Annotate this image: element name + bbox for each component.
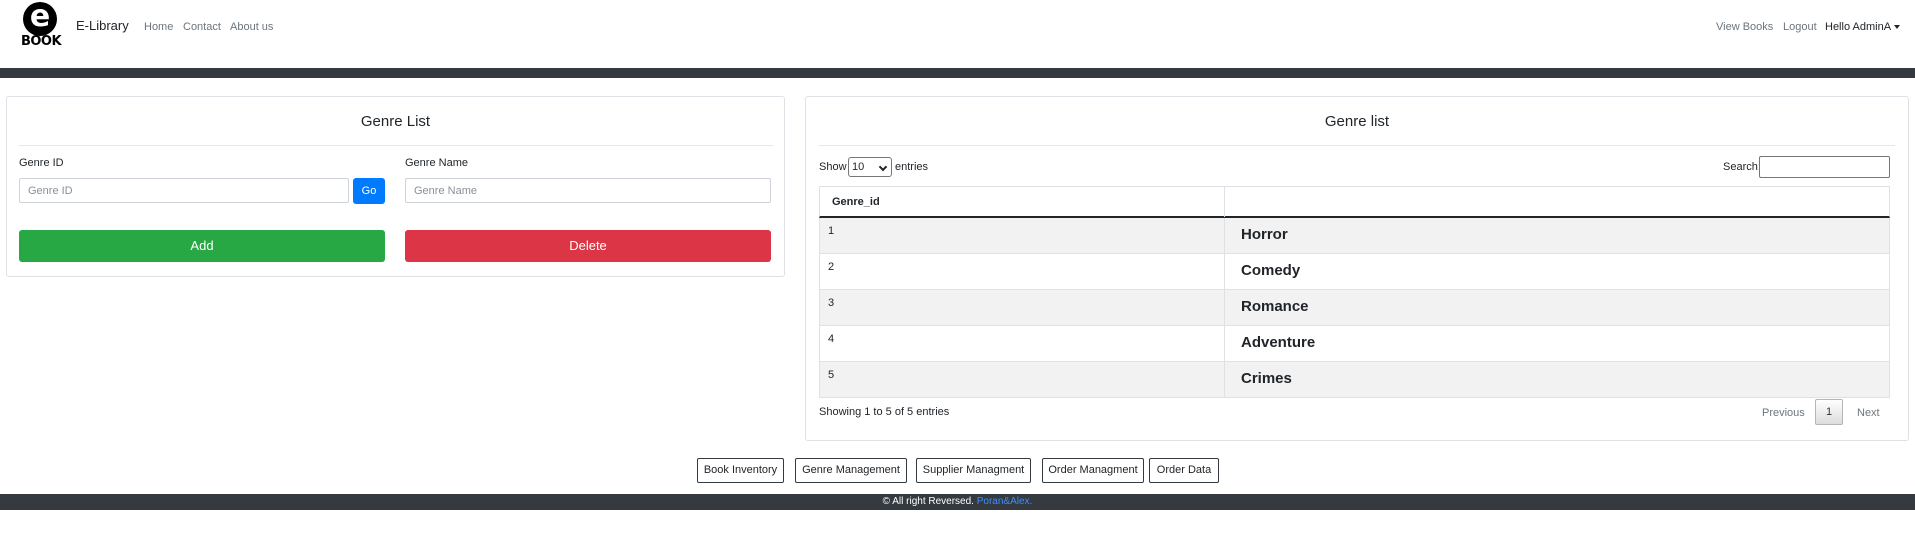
table-row[interactable]: 4 Adventure (819, 326, 1890, 362)
divider (819, 145, 1895, 146)
divider (19, 145, 773, 146)
column-divider (1224, 326, 1225, 361)
column-divider (1224, 187, 1225, 217)
navbar-divider (0, 68, 1915, 78)
table-row[interactable]: 5 Crimes (819, 362, 1890, 398)
entries-label: entries (895, 161, 929, 173)
nav-contact[interactable]: Contact (183, 21, 221, 33)
table-info: Showing 1 to 5 of 5 entries (819, 406, 950, 418)
previous-page-button[interactable]: Previous (1762, 407, 1805, 419)
table-row[interactable]: 1 Horror (819, 218, 1890, 254)
user-dropdown[interactable]: Hello AdminA (1825, 21, 1901, 33)
show-label: Show (819, 161, 847, 173)
ebook-logo[interactable]: e BOOK (18, 2, 64, 50)
nav-about[interactable]: About us (230, 21, 273, 33)
table-header: Genre_id (819, 186, 1890, 218)
logo-letter: e (23, 2, 57, 36)
brand-name[interactable]: E-Library (76, 18, 129, 33)
footer-text: © All right Reversed. (882, 496, 974, 507)
logo-word: BOOK (20, 34, 62, 49)
genre-id-input[interactable] (19, 178, 349, 203)
genre-management-button[interactable]: Genre Management (795, 458, 907, 483)
book-inventory-button[interactable]: Book Inventory (697, 458, 784, 483)
cell-genre-name: Horror (1241, 226, 1288, 243)
order-data-button[interactable]: Order Data (1149, 458, 1219, 483)
cell-genre-name: Adventure (1241, 334, 1316, 351)
cell-genre-id: 3 (828, 297, 835, 309)
column-divider (1224, 362, 1225, 397)
column-divider (1224, 218, 1225, 253)
delete-button[interactable]: Delete (405, 230, 771, 262)
column-divider (1224, 254, 1225, 289)
cell-genre-id: 5 (828, 369, 835, 381)
table-card-title: Genre list (1324, 113, 1390, 130)
genre-id-label: Genre ID (19, 157, 64, 169)
footer-link[interactable]: Poran&Alex. (977, 496, 1033, 507)
form-card-title: Genre List (360, 113, 431, 130)
genre-name-label: Genre Name (405, 157, 468, 169)
column-divider (1224, 290, 1225, 325)
cell-genre-name: Romance (1241, 298, 1309, 315)
cell-genre-id: 2 (828, 261, 835, 273)
cell-genre-id: 1 (828, 225, 835, 237)
user-greeting: Hello AdminA (1825, 21, 1892, 33)
search-input[interactable] (1759, 156, 1890, 178)
genre-name-input[interactable] (405, 178, 771, 203)
navbar: e BOOK E-Library Home Contact About us V… (0, 0, 1915, 68)
caret-down-icon (1894, 25, 1901, 30)
chevron-down-icon (878, 162, 888, 172)
nav-view-books[interactable]: View Books (1716, 21, 1773, 33)
page-1-button[interactable]: 1 (1815, 399, 1843, 425)
add-button[interactable]: Add (19, 230, 385, 262)
next-page-button[interactable]: Next (1857, 407, 1880, 419)
entries-value: 10 (852, 161, 865, 173)
cell-genre-name: Crimes (1241, 370, 1292, 387)
supplier-management-button[interactable]: Supplier Managment (916, 458, 1031, 483)
nav-logout[interactable]: Logout (1783, 21, 1817, 33)
order-management-button[interactable]: Order Managment (1042, 458, 1144, 483)
search-label: Search: (1723, 161, 1761, 173)
go-button[interactable]: Go (353, 178, 385, 204)
nav-home[interactable]: Home (144, 21, 173, 33)
cell-genre-id: 4 (828, 333, 835, 345)
table-row[interactable]: 3 Romance (819, 290, 1890, 326)
table-row[interactable]: 2 Comedy (819, 254, 1890, 290)
entries-select[interactable]: 10 (848, 157, 892, 177)
footer: © All right Reversed. Poran&Alex. (0, 494, 1915, 510)
cell-genre-name: Comedy (1241, 262, 1301, 279)
column-genre-id[interactable]: Genre_id (832, 187, 880, 217)
